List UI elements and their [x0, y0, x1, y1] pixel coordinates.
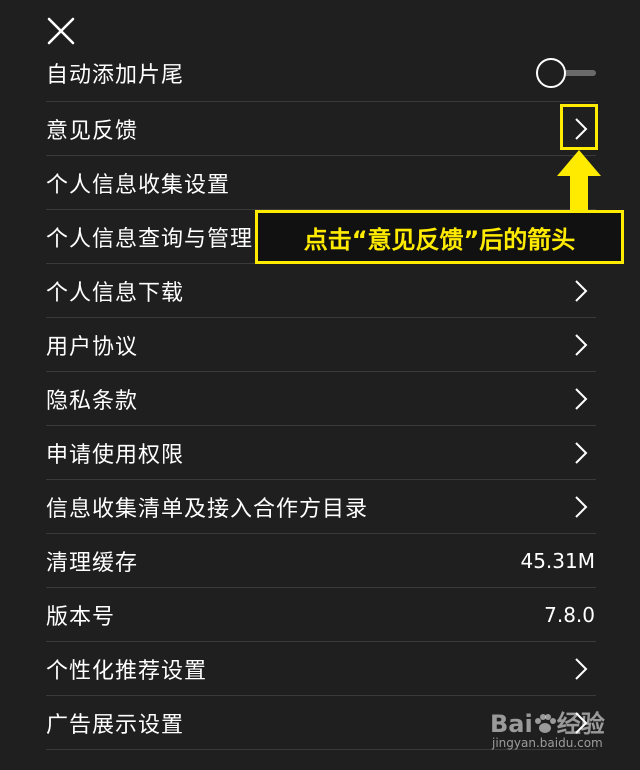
- setting-label: 广告展示设置: [46, 712, 185, 738]
- setting-row-auto-ending[interactable]: 自动添加片尾: [46, 44, 596, 102]
- version-value: 7.8.0: [544, 602, 595, 627]
- chevron-right-icon[interactable]: [574, 495, 588, 519]
- chevron-right-icon[interactable]: [574, 657, 588, 681]
- chevron-right-icon[interactable]: [574, 279, 588, 303]
- setting-label: 信息收集清单及接入合作方目录: [46, 496, 369, 522]
- setting-row-info-collection[interactable]: 个人信息收集设置: [46, 156, 596, 210]
- up-arrow-icon: [557, 150, 601, 214]
- setting-label: 清理缓存: [46, 550, 139, 576]
- setting-row-feedback[interactable]: 意见反馈: [46, 102, 596, 156]
- chevron-right-icon[interactable]: [574, 333, 588, 357]
- close-icon[interactable]: [46, 16, 76, 46]
- setting-label: 个人信息查询与管理: [46, 226, 254, 252]
- watermark-logo-left: Bai: [490, 710, 533, 738]
- setting-row-user-agreement[interactable]: 用户协议: [46, 318, 596, 372]
- baidu-jingyan-watermark: Bai 经验 jingyan.baidu.com: [490, 704, 610, 756]
- settings-list: 自动添加片尾 意见反馈 个人信息收集设置 个人信息查询与管理 个人信息下载 用户…: [46, 44, 596, 750]
- auto-ending-toggle[interactable]: [536, 57, 598, 88]
- setting-row-version: 版本号 7.8.0: [46, 588, 596, 642]
- setting-row-clear-cache[interactable]: 清理缓存 45.31M: [46, 534, 596, 588]
- setting-label: 用户协议: [46, 334, 139, 360]
- setting-label: 意见反馈: [46, 118, 139, 144]
- watermark-logo-right: 经验: [556, 710, 605, 738]
- chevron-right-icon[interactable]: [574, 441, 588, 465]
- setting-label: 版本号: [46, 604, 116, 630]
- watermark-url: jingyan.baidu.com: [492, 736, 603, 750]
- cache-size-value: 45.31M: [520, 548, 595, 573]
- setting-row-info-download[interactable]: 个人信息下载: [46, 264, 596, 318]
- setting-row-permissions[interactable]: 申请使用权限: [46, 426, 596, 480]
- annotation-callout: 点击“意见反馈”后的箭头: [255, 210, 624, 264]
- setting-row-info-list[interactable]: 信息收集清单及接入合作方目录: [46, 480, 596, 534]
- setting-label: 申请使用权限: [46, 442, 185, 468]
- setting-label: 个人信息收集设置: [46, 172, 231, 198]
- setting-label: 隐私条款: [46, 388, 139, 414]
- setting-label: 自动添加片尾: [46, 62, 185, 88]
- callout-text: 点击“意见反馈”后的箭头: [303, 225, 576, 254]
- paw-icon: [534, 714, 556, 733]
- chevron-right-icon[interactable]: [574, 387, 588, 411]
- toggle-knob: [536, 57, 566, 88]
- annotation-highlight-box: [560, 104, 598, 150]
- setting-label: 个人信息下载: [46, 280, 185, 306]
- setting-label: 个性化推荐设置: [46, 658, 208, 684]
- setting-row-personalized[interactable]: 个性化推荐设置: [46, 642, 596, 696]
- watermark-logo: Bai 经验: [490, 704, 605, 739]
- setting-row-privacy[interactable]: 隐私条款: [46, 372, 596, 426]
